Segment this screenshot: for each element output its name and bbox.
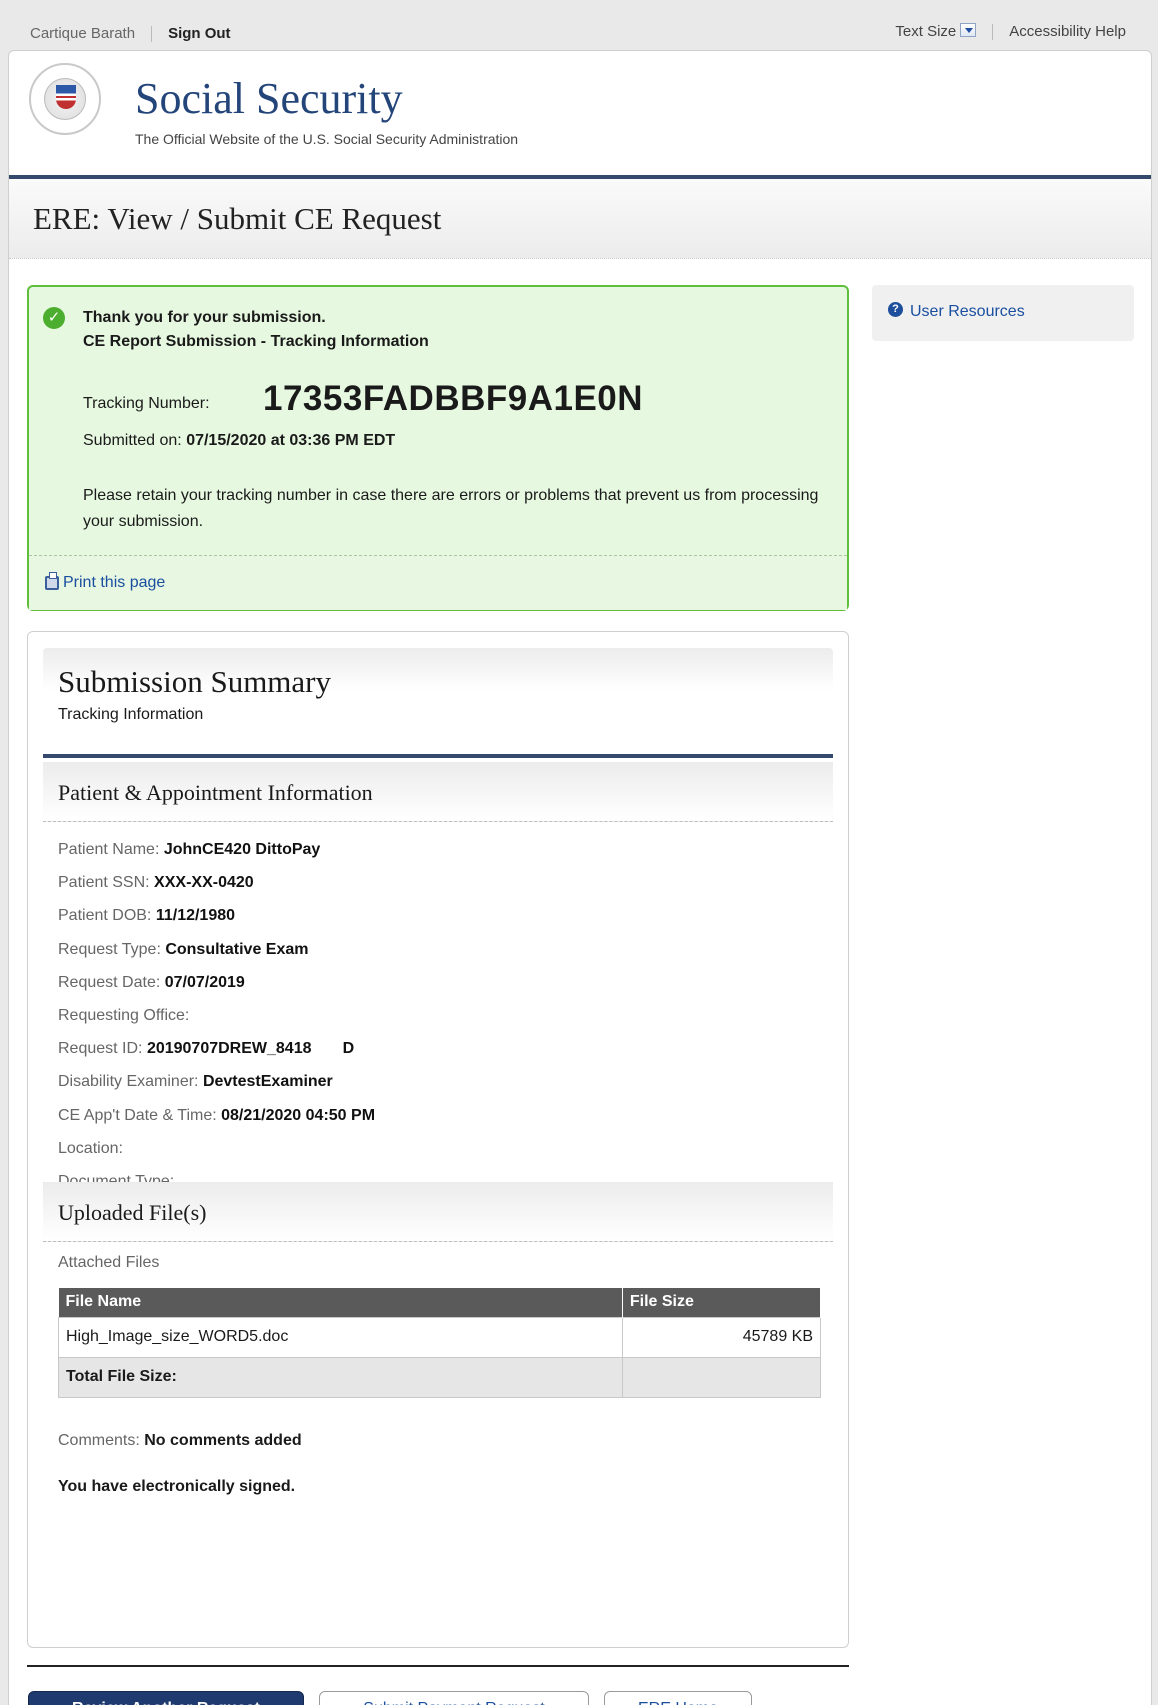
seal-shield-icon (56, 85, 76, 109)
submitted-on: Submitted on: 07/15/2020 at 03:36 PM EDT (83, 432, 395, 450)
summary-subtitle: Tracking Information (58, 706, 204, 723)
thanks-text: Thank you for your submission. (83, 309, 326, 326)
patient-section-header: Patient & Appointment Information (43, 762, 833, 822)
user-resources-link[interactable]: User Resources (910, 303, 1025, 321)
uploaded-section-header: Uploaded File(s) (43, 1182, 833, 1242)
text-size-label: Text Size (895, 23, 957, 40)
sign-out-link[interactable]: Sign Out (168, 25, 231, 42)
success-message-box: ✓ Thank you for your submission. CE Repo… (27, 285, 849, 611)
site-header: Social Security The Official Website of … (9, 51, 1151, 179)
table-row: High_Image_size_WORD5.doc 45789 KB (58, 1316, 822, 1358)
info-value: 20190707DREW_8418 D (146, 1040, 355, 1058)
total-row: Total File Size: (58, 1356, 822, 1398)
info-label: Request Date: (58, 973, 165, 991)
tracking-number-label: Tracking Number: (83, 395, 210, 412)
submitted-label: Submitted on: (83, 432, 182, 449)
printer-icon (45, 572, 59, 590)
divider (992, 23, 994, 40)
page-title: ERE: View / Submit CE Request (33, 201, 442, 236)
info-value: 08/21/2020 04:50 PM (221, 1106, 376, 1124)
divider (151, 25, 153, 42)
total-value-cell (621, 1356, 822, 1398)
attached-files-table: File Name File Size High_Image_size_WORD… (58, 1288, 822, 1398)
summary-header: Submission Summary Tracking Information (43, 648, 833, 758)
info-value: DevtestExaminer (202, 1073, 333, 1091)
info-label: Request ID: (58, 1040, 147, 1058)
info-label: CE App't Date & Time: (58, 1106, 222, 1124)
accessibility-help-link[interactable]: Accessibility Help (1009, 23, 1126, 40)
patient-section-title: Patient & Appointment Information (58, 780, 373, 805)
comments: Comments: No comments added (58, 1432, 302, 1450)
success-subtitle: CE Report Submission - Tracking Informat… (83, 333, 429, 350)
print-page-link[interactable]: Print this page (45, 572, 166, 592)
total-label-cell: Total File Size: (58, 1356, 623, 1398)
info-label: Request Type: (58, 940, 166, 958)
info-row: Requesting Office: (58, 1006, 375, 1039)
info-label: Disability Examiner: (58, 1073, 203, 1091)
uploaded-section-title: Uploaded File(s) (58, 1200, 207, 1225)
main-card: Social Security The Official Website of … (8, 50, 1152, 1705)
submit-payment-request-button[interactable]: Submit Payment Request (319, 1691, 589, 1705)
attached-files-label: Attached Files (58, 1254, 160, 1271)
user-resources-panel: ? User Resources (872, 285, 1134, 341)
print-page-label: Print this page (63, 574, 166, 591)
info-value: XXX-XX-0420 (154, 874, 254, 892)
divider (27, 1665, 849, 1667)
summary-title: Submission Summary (58, 664, 332, 699)
file-name-cell: High_Image_size_WORD5.doc (58, 1316, 623, 1358)
submitted-value: 07/15/2020 at 03:36 PM EDT (186, 432, 396, 449)
user-name: Cartique Barath (30, 25, 136, 42)
info-value: 11/12/1980 (155, 907, 236, 925)
info-value: Consultative Exam (165, 940, 309, 958)
info-row: Location: (58, 1139, 375, 1172)
submission-summary: Submission Summary Tracking Information … (27, 631, 849, 1648)
file-size-cell: 45789 KB (621, 1316, 822, 1358)
help-icon: ? (888, 302, 903, 317)
table-header-row: File Name File Size (58, 1288, 822, 1317)
site-tagline: The Official Website of the U.S. Social … (135, 131, 519, 147)
utility-bar: Cartique Barath Sign Out Text Size Acces… (0, 0, 1158, 50)
page-titlebar: ERE: View / Submit CE Request (9, 179, 1151, 259)
info-row: Request Date: 07/07/2019 (58, 973, 375, 1006)
info-row: Request ID: 20190707DREW_8418 D (58, 1039, 375, 1072)
info-row: Patient Name: JohnCE420 DittoPay (58, 840, 375, 873)
info-label: Patient DOB: (58, 907, 156, 925)
text-size-dropdown-icon[interactable] (960, 22, 977, 37)
tracking-number-value: 17353FADBBF9A1E0N (263, 379, 644, 418)
column-header-file-size: File Size (622, 1288, 822, 1317)
retain-text: Please retain your tracking number in ca… (83, 487, 819, 530)
signed-text: You have electronically signed. (58, 1478, 296, 1495)
info-row: CE App't Date & Time: 08/21/2020 04:50 P… (58, 1106, 375, 1139)
review-another-request-button[interactable]: Review Another Request (28, 1691, 304, 1705)
info-row: Patient DOB: 11/12/1980 (58, 906, 375, 939)
site-title[interactable]: Social Security (135, 73, 403, 124)
info-value: JohnCE420 DittoPay (163, 841, 321, 858)
comments-value: No comments added (144, 1432, 302, 1449)
info-row: Patient SSN: XXX-XX-0420 (58, 873, 375, 906)
info-label: Location: (58, 1139, 128, 1157)
ere-home-button[interactable]: ERE Home (604, 1691, 752, 1705)
check-icon: ✓ (43, 307, 65, 329)
info-row: Disability Examiner: DevtestExaminer (58, 1072, 375, 1105)
patient-info-list: Patient Name: JohnCE420 DittoPay Patient… (58, 840, 375, 1205)
ssa-seal-logo[interactable] (29, 63, 101, 135)
success-footer: Print this page (29, 555, 847, 610)
column-header-file-name: File Name (58, 1288, 623, 1317)
info-value: 07/07/2019 (164, 973, 245, 991)
info-row: Request Type: Consultative Exam (58, 940, 375, 973)
comments-label: Comments: (58, 1432, 145, 1449)
info-label: Patient SSN: (58, 874, 155, 892)
info-label: Patient Name: (58, 841, 164, 858)
info-label: Requesting Office: (58, 1006, 194, 1024)
